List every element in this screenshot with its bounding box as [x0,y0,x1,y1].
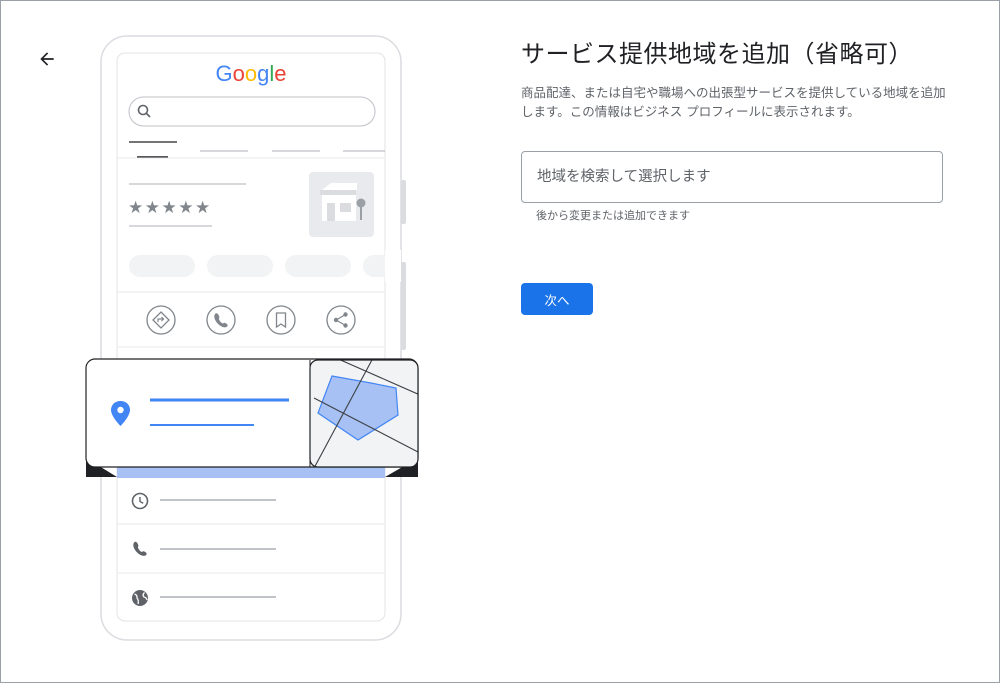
bookmark-icon [266,305,296,335]
storefront-icon [309,172,374,237]
illustration-search-bar [128,96,376,127]
service-area-card [85,358,419,478]
area-search-field[interactable] [521,151,943,203]
area-search-input[interactable] [522,152,942,202]
globe-icon [132,590,148,606]
page-title: サービス提供地域を追加（省略可） [521,40,913,68]
rating-stars: ★★★★★ [128,198,212,218]
search-helper-text: 後から変更または追加できます [536,209,690,222]
next-button[interactable]: 次へ [521,283,593,315]
share-icon [326,305,356,335]
area-map [310,360,418,467]
page-description: 商品配達、または自宅や職場への出張型サービスを提供している地域を追加します。この… [521,85,946,119]
profile-illustration: Google ★★★★★ [0,0,480,683]
phone-icon [206,305,236,335]
directions-icon [146,305,176,335]
google-logo: Google [215,61,286,86]
